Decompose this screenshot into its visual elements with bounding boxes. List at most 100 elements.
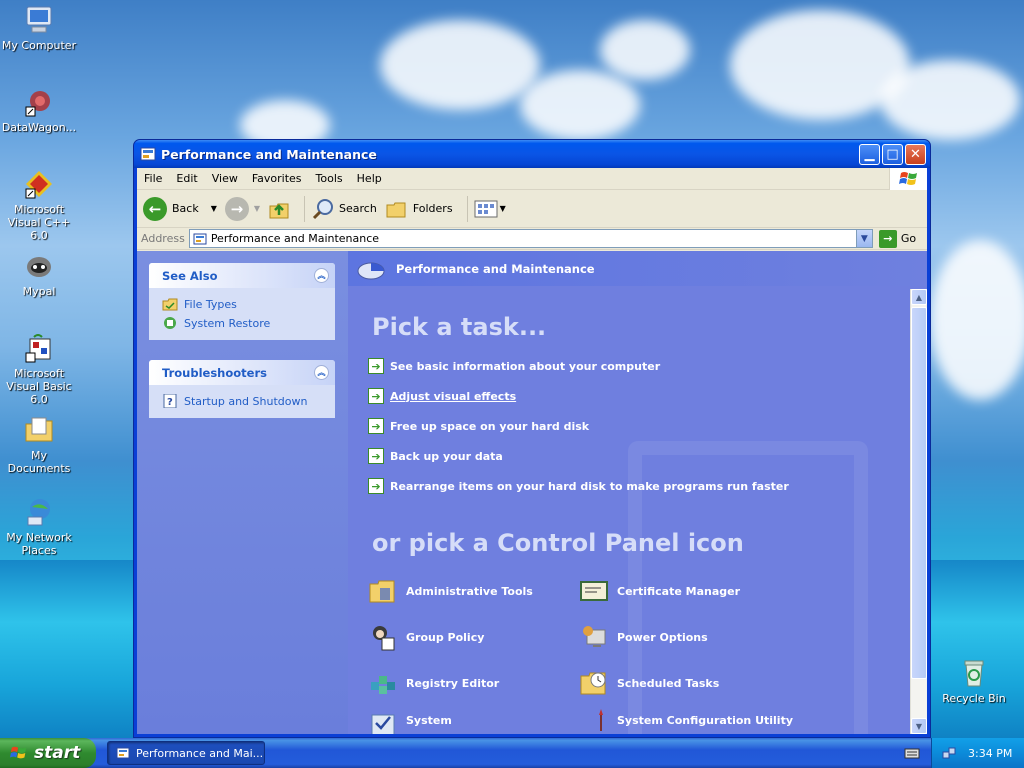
desktop-icon-label: Recycle Bin xyxy=(942,692,1006,705)
desktop-icon-my-documents[interactable]: My Documents xyxy=(0,414,78,475)
cp-certificate-manager[interactable]: Certificate Manager xyxy=(579,576,740,606)
system-restore-icon xyxy=(164,317,176,329)
desktop-icon-visual-basic[interactable]: Microsoft Visual Basic 6.0 xyxy=(0,332,78,406)
scroll-up-icon[interactable]: ▲ xyxy=(911,289,927,305)
network-places-icon xyxy=(23,496,55,528)
administrative-tools-icon xyxy=(368,576,398,606)
toolbar-separator xyxy=(304,195,306,222)
cp-power-options[interactable]: Power Options xyxy=(579,622,708,652)
menu-tools[interactable]: Tools xyxy=(309,172,350,185)
taskbar: start Performance and Mai... 3:34 PM xyxy=(0,738,1024,768)
system-tray: 3:34 PM xyxy=(931,738,1024,768)
menu-favorites[interactable]: Favorites xyxy=(245,172,309,185)
cp-group-policy[interactable]: Group Policy xyxy=(368,622,484,652)
content-area: See Also ︽ File Types System Restore Tro… xyxy=(137,251,927,734)
folders-button[interactable]: Folders xyxy=(385,198,453,220)
cp-label: Administrative Tools xyxy=(406,584,533,598)
system-configuration-icon xyxy=(579,705,609,734)
cp-administrative-tools[interactable]: Administrative Tools xyxy=(368,576,533,606)
windows-flag-icon xyxy=(10,746,27,759)
control-panel-icon xyxy=(193,233,207,244)
start-button[interactable]: start xyxy=(0,738,96,768)
task-back-up-data[interactable]: ➔ Back up your data xyxy=(368,448,503,464)
cp-scheduled-tasks[interactable]: Scheduled Tasks xyxy=(579,668,719,698)
cp-label: Group Policy xyxy=(406,630,485,644)
desktop-icon-datawagon[interactable]: DataWagon... xyxy=(0,86,78,134)
collapse-chevron-icon[interactable]: ︽ xyxy=(314,365,329,380)
control-panel-icon xyxy=(140,147,156,161)
cp-label: Power Options xyxy=(617,630,708,644)
desktop-icon-network-places[interactable]: My Network Places xyxy=(0,496,78,557)
collapse-chevron-icon[interactable]: ︽ xyxy=(314,268,329,283)
back-button[interactable]: ← Back ▼ xyxy=(143,196,217,221)
menu-help[interactable]: Help xyxy=(350,172,389,185)
back-dropdown-icon[interactable]: ▼ xyxy=(211,204,217,213)
task-pane: See Also ︽ File Types System Restore Tro… xyxy=(137,251,348,734)
folders-label: Folders xyxy=(412,202,453,215)
search-button[interactable]: Search xyxy=(311,197,377,221)
my-computer-icon xyxy=(23,4,55,36)
certificate-icon xyxy=(579,576,609,606)
troubleshooter-startup-shutdown[interactable]: ? Startup and Shutdown xyxy=(149,391,335,410)
desktop-icon-label: Mypal xyxy=(22,285,56,298)
views-button[interactable]: ▼ xyxy=(474,199,506,219)
address-label: Address xyxy=(141,232,185,245)
taskbar-item-performance[interactable]: Performance and Mai... xyxy=(107,741,265,765)
forward-button[interactable]: → ▼ xyxy=(224,196,260,221)
cp-system-configuration-utility[interactable]: System Configuration Utility xyxy=(579,705,793,734)
address-input[interactable]: Performance and Maintenance ▼ xyxy=(188,229,873,248)
cp-label: Certificate Manager xyxy=(617,584,741,598)
address-value: Performance and Maintenance xyxy=(210,232,380,245)
control-panel-icon xyxy=(116,747,130,759)
menu-view[interactable]: View xyxy=(205,172,245,185)
recycle-bin-icon xyxy=(958,657,990,689)
up-folder-button[interactable] xyxy=(268,198,290,220)
task-adjust-visual-effects[interactable]: ➔ Adjust visual effects xyxy=(368,388,516,404)
close-button[interactable]: ✕ xyxy=(905,143,926,165)
desktop-icon-my-computer[interactable]: My Computer xyxy=(0,4,78,52)
views-icon xyxy=(474,200,498,217)
registry-editor-icon xyxy=(368,668,398,698)
maximize-button[interactable]: □ xyxy=(882,143,903,165)
network-icon[interactable] xyxy=(942,746,956,760)
system-icon xyxy=(368,705,398,734)
menu-edit[interactable]: Edit xyxy=(169,172,204,185)
troubleshooters-header[interactable]: Troubleshooters ︽ xyxy=(149,360,335,385)
task-arrow-icon: ➔ xyxy=(368,358,384,374)
cp-label: Registry Editor xyxy=(406,676,500,690)
see-also-header[interactable]: See Also ︽ xyxy=(149,263,335,288)
task-arrow-icon: ➔ xyxy=(368,478,384,494)
address-dropdown-icon[interactable]: ▼ xyxy=(855,230,872,247)
forward-dropdown-icon[interactable]: ▼ xyxy=(254,204,260,213)
see-also-title: See Also xyxy=(162,268,218,283)
cp-registry-editor[interactable]: Registry Editor xyxy=(368,668,499,698)
go-button[interactable]: → Go xyxy=(878,229,917,248)
see-also-file-types[interactable]: File Types xyxy=(149,294,335,313)
start-label: start xyxy=(34,743,81,763)
scroll-thumb[interactable] xyxy=(911,307,927,679)
keyboard-icon[interactable] xyxy=(904,746,920,760)
help-icon: ? xyxy=(163,394,177,408)
clock[interactable]: 3:34 PM xyxy=(968,747,1012,760)
menu-file[interactable]: File xyxy=(137,172,169,185)
link-label: Startup and Shutdown xyxy=(184,394,308,408)
task-rearrange-items[interactable]: ➔ Rearrange items on your hard disk to ma… xyxy=(368,478,789,494)
minimize-button[interactable]: ▁ xyxy=(859,143,880,165)
troubleshooters-panel: Troubleshooters ︽ ? Startup and Shutdown xyxy=(149,360,335,418)
vertical-scrollbar[interactable]: ▲ ▼ xyxy=(910,289,927,734)
title-bar[interactable]: Performance and Maintenance ▁ □ ✕ xyxy=(134,140,930,168)
address-bar: Address Performance and Maintenance ▼ → … xyxy=(137,228,927,250)
svg-text:?: ? xyxy=(167,397,173,408)
desktop-icon-recycle-bin[interactable]: Recycle Bin xyxy=(935,657,1013,705)
up-folder-icon xyxy=(269,203,289,218)
desktop-icon-mypal[interactable]: Mypal xyxy=(0,250,78,298)
desktop-icon-label: DataWagon... xyxy=(1,121,77,134)
file-types-icon xyxy=(162,298,178,311)
scroll-down-icon[interactable]: ▼ xyxy=(911,718,927,734)
task-free-up-space[interactable]: ➔ Free up space on your hard disk xyxy=(368,418,589,434)
go-label: Go xyxy=(900,232,917,245)
cp-system[interactable]: System xyxy=(368,705,452,734)
task-basic-info[interactable]: ➔ See basic information about your comput… xyxy=(368,358,660,374)
desktop-icon-visual-cpp[interactable]: Microsoft Visual C++ 6.0 xyxy=(0,168,78,242)
see-also-system-restore[interactable]: System Restore xyxy=(149,313,335,332)
